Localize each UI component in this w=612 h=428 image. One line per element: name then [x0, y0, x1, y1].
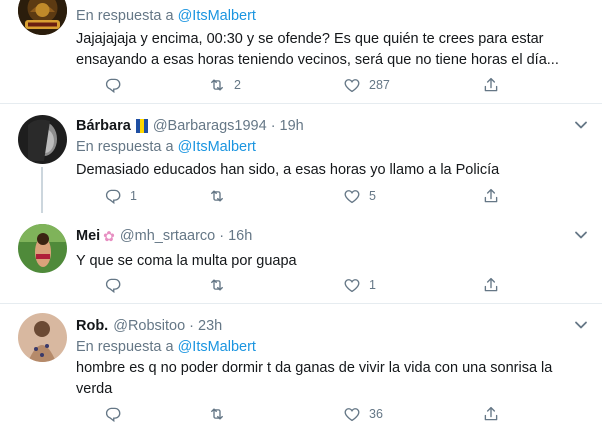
retweet-count: 2 — [234, 78, 241, 92]
canary-flag-icon — [135, 119, 148, 133]
tweet-text-line: hombre es q no poder dormir t da ganas d… — [76, 360, 553, 376]
avatar[interactable] — [18, 313, 67, 362]
reply-button[interactable] — [104, 76, 130, 94]
tweet-header: Rob. @Robsitoo · 23h — [76, 316, 588, 336]
tweet-text-line: ensayando a esas horas teniendo vecinos,… — [76, 52, 559, 68]
reply-context: En respuesta a @ItsMalbert — [76, 6, 588, 26]
like-button[interactable]: 287 — [343, 76, 390, 94]
retweet-button[interactable]: 2 — [208, 76, 241, 94]
separator-dot: · — [219, 228, 225, 244]
separator-dot: · — [270, 118, 276, 134]
like-count: 36 — [369, 407, 383, 421]
tweet-text: Jajajajaja y encima, 00:30 y se ofende? … — [76, 29, 588, 71]
like-button[interactable]: 5 — [343, 187, 376, 205]
user-handle[interactable]: @Robsitoo — [113, 318, 185, 334]
separator-dot: · — [189, 318, 195, 334]
reply-button[interactable]: 1 — [104, 187, 137, 205]
tweet-2[interactable]: Bárbara @Barbarags1994 · 19h En respuest… — [0, 104, 602, 216]
chevron-down-icon[interactable] — [574, 230, 588, 240]
like-icon — [343, 76, 361, 94]
like-button[interactable]: 1 — [343, 276, 376, 294]
share-button[interactable] — [482, 187, 500, 205]
mention-link[interactable]: @ItsMalbert — [178, 339, 256, 355]
reply-icon — [104, 187, 122, 205]
tweet-header: Bárbara @Barbarags1994 · 19h — [76, 116, 588, 136]
retweet-icon — [208, 187, 226, 205]
retweet-icon — [208, 405, 226, 423]
like-count: 5 — [369, 189, 376, 203]
user-handle[interactable]: @mh_srtaarco — [120, 228, 215, 244]
share-icon — [482, 187, 500, 205]
tweet-header: Mei ✿ @mh_srtaarco · 16h — [76, 226, 588, 246]
chevron-down-icon[interactable] — [574, 320, 588, 330]
timestamp[interactable]: 23h — [198, 318, 222, 334]
reply-prefix: En respuesta a — [76, 339, 174, 355]
like-icon — [343, 405, 361, 423]
user-handle[interactable]: @Barbarags1994 — [153, 118, 267, 134]
reply-button[interactable] — [104, 276, 130, 294]
like-button[interactable]: 36 — [343, 405, 383, 423]
timestamp[interactable]: 16h — [228, 228, 252, 244]
reply-context: En respuesta a @ItsMalbert — [76, 337, 588, 357]
tweet-text: hombre es q no poder dormir t da ganas d… — [76, 358, 588, 400]
tweet-text-line: Jajajajaja y encima, 00:30 y se ofende? … — [76, 31, 544, 47]
retweet-button[interactable] — [208, 187, 234, 205]
reply-button[interactable] — [104, 405, 130, 423]
mention-link[interactable]: @ItsMalbert — [178, 139, 256, 155]
tweet-text: Y que se coma la multa por guapa — [76, 253, 297, 269]
retweet-button[interactable] — [208, 276, 234, 294]
share-button[interactable] — [482, 276, 500, 294]
display-name[interactable]: Bárbara — [76, 118, 131, 134]
reply-count: 1 — [130, 189, 137, 203]
mention-link[interactable]: @ItsMalbert — [178, 8, 256, 24]
like-icon — [343, 187, 361, 205]
flower-emoji-icon: ✿ — [103, 228, 115, 244]
timestamp[interactable]: 19h — [280, 118, 304, 134]
share-icon — [482, 76, 500, 94]
retweet-icon — [208, 276, 226, 294]
avatar[interactable] — [18, 224, 67, 273]
tweet-text-line: verda — [76, 381, 113, 397]
tweet-1[interactable]: En respuesta a @ItsMalbert Jajajajaja y … — [0, 0, 602, 103]
thread-line — [41, 167, 43, 213]
share-button[interactable] — [482, 405, 500, 423]
retweet-button[interactable] — [208, 405, 234, 423]
like-count: 1 — [369, 278, 376, 292]
share-icon — [482, 405, 500, 423]
reply-context: En respuesta a @ItsMalbert — [76, 137, 588, 157]
like-icon — [343, 276, 361, 294]
chevron-down-icon[interactable] — [574, 120, 588, 130]
tweet-text: Demasiado educados han sido, a esas hora… — [76, 162, 500, 178]
reply-icon — [104, 405, 122, 423]
reply-prefix: En respuesta a — [76, 8, 174, 24]
share-icon — [482, 276, 500, 294]
tweet-3[interactable]: Mei ✿ @mh_srtaarco · 16h Y que se coma l… — [0, 216, 602, 303]
display-name[interactable]: Mei — [76, 228, 100, 244]
reply-icon — [104, 276, 122, 294]
retweet-icon — [208, 76, 226, 94]
tweet-4[interactable]: Rob. @Robsitoo · 23h En respuesta a @Its… — [0, 304, 602, 428]
avatar[interactable] — [18, 115, 67, 164]
display-name[interactable]: Rob. — [76, 318, 108, 334]
share-button[interactable] — [482, 76, 500, 94]
reply-prefix: En respuesta a — [76, 139, 174, 155]
reply-icon — [104, 76, 122, 94]
avatar[interactable] — [18, 0, 67, 35]
like-count: 287 — [369, 78, 390, 92]
